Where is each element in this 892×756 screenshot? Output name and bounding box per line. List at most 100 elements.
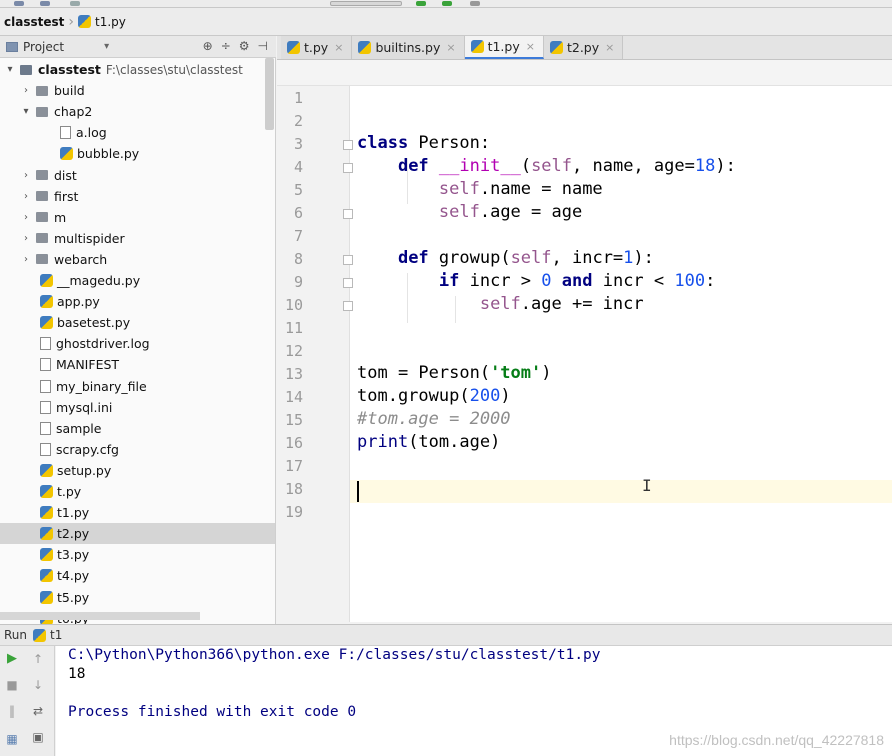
fold-marker[interactable] xyxy=(343,278,353,288)
editor-tab[interactable]: builtins.py × xyxy=(352,36,465,59)
console-line: Process finished with exit code 0 xyxy=(68,704,357,720)
soft-wrap-icon[interactable]: ⇄ xyxy=(31,704,45,718)
tree-item-label: t4.py xyxy=(57,568,90,584)
scroll-down-icon[interactable]: ↓ xyxy=(31,678,45,692)
tree-item[interactable]: t.py xyxy=(0,481,275,502)
tree-item-label: t3.py xyxy=(57,547,90,563)
mouse-ibeam-cursor: I xyxy=(642,476,652,495)
editor-tab[interactable]: t2.py × xyxy=(543,36,624,59)
collapse-arrow-icon[interactable]: › xyxy=(20,85,32,96)
tree-item-label: t1.py xyxy=(57,505,90,521)
tree-item-label: scrapy.cfg xyxy=(56,441,119,457)
expand-arrow-icon[interactable]: ▾ xyxy=(4,64,16,75)
tree-item[interactable]: a.log xyxy=(0,122,275,143)
code-line: def __init__(self, name, age=18): xyxy=(397,156,736,176)
tree-item[interactable]: sample xyxy=(0,418,275,439)
hide-panel-icon[interactable]: ⊣ xyxy=(258,39,268,53)
folder-icon xyxy=(36,191,48,202)
print-icon[interactable]: ▣ xyxy=(31,730,45,744)
folder-icon xyxy=(36,106,48,117)
editor-tab[interactable]: t.py × xyxy=(281,36,353,59)
settings-gear-icon[interactable]: ⚙ xyxy=(239,39,250,53)
project-panel-title[interactable]: Project xyxy=(23,40,64,54)
collapse-arrow-icon[interactable]: › xyxy=(20,212,32,223)
toolbar-icon[interactable] xyxy=(14,1,24,6)
tree-item-label: ghostdriver.log xyxy=(56,336,150,352)
line-number: 7 xyxy=(293,227,303,245)
run-panel-label[interactable]: Run xyxy=(4,628,27,642)
collapse-all-icon[interactable]: ÷ xyxy=(221,39,231,53)
tree-item[interactable]: basetest.py xyxy=(0,312,275,333)
fold-marker[interactable] xyxy=(343,301,353,311)
fold-marker[interactable] xyxy=(343,255,353,265)
tree-item[interactable]: MANIFEST xyxy=(0,354,275,375)
code-line: self.name = name xyxy=(438,179,603,199)
tree-item-path: F:\classes\stu\classtest xyxy=(105,62,243,77)
collapse-arrow-icon[interactable]: › xyxy=(20,170,32,181)
tab-label: t2.py xyxy=(566,40,600,55)
scroll-up-icon[interactable]: ↑ xyxy=(31,652,45,666)
run-toolbar: ▶ ↑ ■ ↓ ‖ ⇄ ▦ ▣ xyxy=(0,646,55,756)
breadcrumb-file[interactable]: t1.py xyxy=(77,15,126,29)
collapse-arrow-icon[interactable]: › xyxy=(20,191,32,202)
editor-tab[interactable]: t1.py × xyxy=(464,36,544,59)
expand-arrow-icon[interactable]: ▾ xyxy=(20,106,32,117)
tree-item-label: a.log xyxy=(76,125,107,141)
tree-item[interactable]: app.py xyxy=(0,291,275,312)
tree-item-label: t5.py xyxy=(57,589,90,605)
project-view-dropdown-icon[interactable]: ▾ xyxy=(104,41,109,52)
run-config-name[interactable]: t1 xyxy=(50,628,62,642)
python-file-icon xyxy=(287,41,300,54)
code-line: tom = Person('tom') xyxy=(357,363,552,383)
tree-item[interactable]: › m xyxy=(0,207,275,228)
tree-item[interactable]: my_binary_file xyxy=(0,376,275,397)
tree-item[interactable]: setup.py xyxy=(0,460,275,481)
tree-item[interactable]: › first xyxy=(0,186,275,207)
tree-item-label: basetest.py xyxy=(57,315,131,331)
tree-item[interactable]: __magedu.py xyxy=(0,270,275,291)
layout-icon[interactable]: ▦ xyxy=(5,732,19,746)
fold-marker[interactable] xyxy=(343,140,353,150)
tree-item[interactable]: t4.py xyxy=(0,565,275,586)
tree-scrollbar[interactable] xyxy=(265,58,274,130)
tree-item[interactable]: t3.py xyxy=(0,544,275,565)
tree-item-label: MANIFEST xyxy=(56,357,120,373)
tree-item[interactable]: t5.py xyxy=(0,587,275,608)
tree-item[interactable]: › build xyxy=(0,80,275,101)
stop-icon[interactable] xyxy=(470,1,480,6)
close-tab-icon[interactable]: × xyxy=(334,41,343,54)
python-file-icon xyxy=(358,41,372,54)
tree-item[interactable]: scrapy.cfg xyxy=(0,439,275,460)
tree-item[interactable]: t2.py xyxy=(0,523,275,545)
run-config-selector[interactable] xyxy=(330,1,402,6)
fold-marker[interactable] xyxy=(343,209,353,219)
tree-item[interactable]: bubble.py xyxy=(0,143,275,164)
close-tab-icon[interactable]: × xyxy=(446,41,455,54)
tree-item[interactable]: › dist xyxy=(0,165,275,186)
collapse-arrow-icon[interactable]: › xyxy=(20,254,32,265)
tree-item[interactable]: ghostdriver.log xyxy=(0,333,275,354)
tree-item[interactable]: › multispider xyxy=(0,228,275,249)
collapse-arrow-icon[interactable]: › xyxy=(20,233,32,244)
close-tab-icon[interactable]: × xyxy=(526,40,535,53)
toolbar-icon[interactable] xyxy=(70,1,80,6)
run-icon[interactable] xyxy=(416,1,426,6)
tree-item[interactable]: mysql.ini xyxy=(0,397,275,418)
close-tab-icon[interactable]: × xyxy=(605,41,614,54)
tab-label: t.py xyxy=(304,40,329,55)
tree-item[interactable]: ▾ classtest F:\classes\stu\classtest xyxy=(0,59,275,80)
tree-item[interactable]: › webarch xyxy=(0,249,275,270)
tree-item[interactable]: ▾ chap2 xyxy=(0,101,275,122)
toolbar-icon[interactable] xyxy=(40,1,50,6)
breadcrumb-project[interactable]: classtest xyxy=(4,15,64,29)
rerun-icon[interactable]: ▶ xyxy=(5,652,19,666)
pause-icon[interactable]: ‖ xyxy=(5,704,19,718)
tree-horizontal-scrollbar[interactable] xyxy=(0,612,200,620)
fold-marker[interactable] xyxy=(343,163,353,173)
debug-icon[interactable] xyxy=(442,1,452,6)
line-number-gutter: 1 2 3 4 5 6 7 8 9 10 11 12 13 14 15 16 17 18 19 xyxy=(277,86,350,622)
stop-icon[interactable]: ■ xyxy=(5,678,19,692)
tree-item[interactable]: t1.py xyxy=(0,502,275,523)
code-editor[interactable]: 1 2 3 4 5 6 7 8 9 10 11 12 13 14 15 16 17 18 19 class Pers… xyxy=(277,60,892,622)
locate-icon[interactable]: ⊕ xyxy=(203,39,213,53)
